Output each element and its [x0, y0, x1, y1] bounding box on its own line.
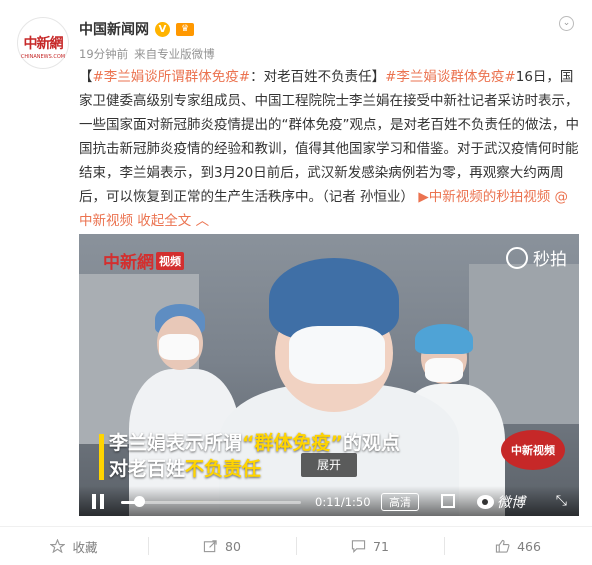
account-name[interactable]: 中国新闻网: [79, 19, 149, 39]
video-player[interactable]: 中新網 视频 秒拍 李兰娟表示所谓“群体免疫”的观点 对老百姓不负责任 展开 中…: [79, 234, 579, 516]
caption-accent-bar: [99, 434, 104, 480]
vip-crown-icon: ♛: [176, 22, 194, 36]
quality-button[interactable]: 高清: [381, 493, 419, 511]
favorite-label: 收藏: [72, 539, 98, 555]
doctor-main-mask: [289, 326, 385, 384]
avatar-logo: 中新網: [23, 36, 64, 52]
fs-corner: [441, 501, 448, 508]
fs-corner: [448, 494, 455, 501]
progress-knob[interactable]: [134, 496, 145, 507]
doctor-right-mask: [425, 358, 463, 382]
weibo-post-card: 中新網 CHINANEWS.COM 中国新闻网 V ♛ 19分钟前 来自 专业版…: [0, 0, 592, 565]
miaopai-watermark: 秒拍: [506, 245, 567, 270]
collapse-link[interactable]: 收起全文: [137, 213, 191, 229]
like-count: 466: [517, 538, 541, 554]
watermark-logo-text: 中新網: [103, 253, 154, 273]
comment-count: 71: [373, 538, 389, 554]
post-time[interactable]: 19分钟前: [79, 46, 128, 62]
account-name-row: 中国新闻网 V ♛: [79, 19, 194, 39]
weibo-logo: 微博: [477, 492, 525, 512]
post-body: 16日，国家卫健委高级别专家组成员、中国工程院院士李兰娟在接受中新社记者采访时表…: [79, 69, 579, 205]
caption-line-1-highlight: “群体免疫”: [242, 432, 343, 454]
avatar-subtext: CHINANEWS.COM: [20, 54, 66, 60]
fs-corner: [448, 501, 455, 508]
caption-line-1: 李兰娟表示所谓“群体免疫”的观点: [109, 430, 400, 456]
favorite-button[interactable]: 收藏: [0, 527, 148, 565]
weibo-eye-icon: [477, 495, 494, 509]
video-link-icon: ▶: [418, 189, 429, 205]
repost-count: 80: [225, 538, 241, 554]
miaopai-icon: [506, 246, 528, 269]
fullscreen-icon[interactable]: [441, 494, 455, 508]
post-text: 【#李兰娟谈所谓群体免疫#：对老百姓不负责任】#李兰娟谈群体免疫#16日，国家卫…: [79, 65, 579, 233]
star-icon: [50, 539, 66, 553]
like-button[interactable]: 466: [444, 527, 592, 565]
watermark-logo-box: 视频: [156, 251, 184, 270]
caption-line-1-post: 的观点: [343, 432, 401, 454]
pause-bar: [92, 494, 96, 509]
topic-link-2[interactable]: #李兰娟谈群体免疫#: [385, 69, 516, 85]
chinanews-video-logo: 中新视频: [501, 430, 565, 470]
pause-icon[interactable]: [91, 494, 105, 509]
pause-bar: [100, 494, 104, 509]
doctor-left-mask: [159, 334, 199, 360]
video-controls: 0:11/1:50 高清 微博 ⤡: [79, 486, 579, 516]
comment-icon: [351, 540, 366, 553]
progress-bar[interactable]: [121, 501, 301, 504]
doctor-right-cap: [415, 324, 473, 354]
repost-button[interactable]: 80: [148, 527, 296, 565]
chinanews-watermark-logo: 中新網 视频: [103, 248, 184, 273]
caption-line-2-pre: 对老百姓: [109, 458, 186, 480]
caption-line-2-highlight: 不负责任: [185, 458, 262, 480]
title-tail: ：对老百姓不负责任】: [250, 69, 386, 85]
playback-time: 0:11/1:50: [315, 495, 371, 509]
share-icon: [203, 540, 217, 553]
like-icon: [495, 539, 510, 553]
avatar[interactable]: 中新網 CHINANEWS.COM: [17, 17, 69, 69]
post-meta: 19分钟前 来自 专业版微博: [79, 46, 215, 62]
video-link[interactable]: 中新视频的秒拍视频: [429, 189, 551, 205]
topic-link-1[interactable]: #李兰娟谈所谓群体免疫#: [93, 69, 251, 85]
title-bracket: 【: [79, 69, 93, 85]
comment-button[interactable]: 71: [296, 527, 444, 565]
verified-badge-icon: V: [155, 21, 170, 37]
weibo-logo-text: 微博: [497, 495, 525, 511]
source-prefix: 来自: [134, 47, 158, 61]
more-options-chevron-icon[interactable]: ⌄: [559, 16, 574, 31]
miaopai-label: 秒拍: [533, 250, 567, 270]
expand-button[interactable]: 展开: [301, 453, 357, 477]
action-bar: 收藏 80 71 466: [0, 527, 592, 565]
collapse-chevron-icon[interactable]: ︿: [196, 213, 210, 229]
collapse-player-icon[interactable]: ⤡: [556, 493, 567, 509]
caption-line-1-pre: 李兰娟表示所谓: [109, 432, 243, 454]
post-source[interactable]: 专业版微博: [157, 46, 215, 62]
fs-corner: [441, 494, 448, 501]
